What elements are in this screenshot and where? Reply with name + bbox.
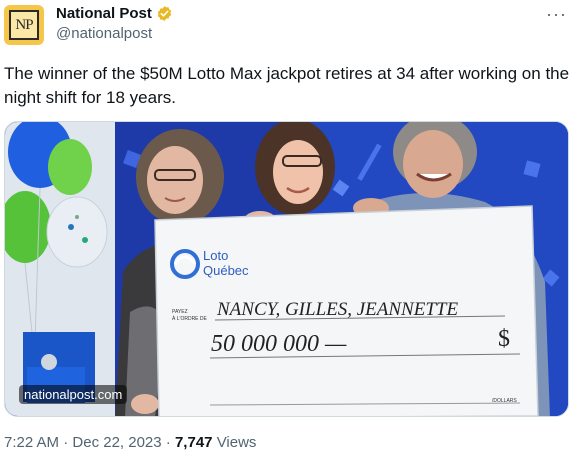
- meta-separator: ·: [63, 434, 73, 451]
- cheque-brand-line1: Loto: [203, 248, 228, 263]
- tweet-meta: 7:22 AM · Dec 22, 2023 · 7,747 Views: [4, 434, 256, 451]
- photo-illustration: Loto Québec PAYEZ À L'ORDRE DE NANCY, GI…: [5, 122, 568, 416]
- views-label: Views: [216, 434, 257, 451]
- avatar[interactable]: NP: [4, 5, 44, 45]
- cheque-currency: $: [498, 326, 510, 352]
- cheque: Loto Québec PAYEZ À L'ORDRE DE NANCY, GI…: [154, 205, 539, 416]
- author-block: National Post @nationalpost: [56, 5, 173, 42]
- tweet-text: The winner of the $50M Lotto Max jackpot…: [4, 64, 570, 107]
- tweet-date[interactable]: Dec 22, 2023: [72, 434, 161, 451]
- author-name[interactable]: National Post: [56, 5, 152, 22]
- avatar-logo: NP: [9, 10, 39, 40]
- tweet-photo[interactable]: Loto Québec PAYEZ À L'ORDRE DE NANCY, GI…: [4, 121, 569, 417]
- author-handle[interactable]: @nationalpost: [56, 25, 173, 42]
- cheque-dollars-label: /DOLLARS: [492, 398, 517, 404]
- name-row: National Post: [56, 5, 173, 22]
- cheque-brand-line2: Québec: [203, 263, 249, 278]
- source-tag: nationalpost.com: [19, 385, 128, 404]
- views-count: 7,747: [174, 434, 213, 451]
- more-icon[interactable]: ···: [546, 4, 567, 25]
- cheque-payto-line1: PAYEZ: [172, 309, 188, 315]
- verified-badge-icon[interactable]: [156, 5, 173, 22]
- meta-separator: ·: [165, 434, 175, 451]
- cheque-payto-line2: À L'ORDRE DE: [172, 315, 208, 322]
- cheque-amount: 50 000 000 —: [211, 331, 347, 357]
- tweet-time[interactable]: 7:22 AM: [4, 434, 59, 451]
